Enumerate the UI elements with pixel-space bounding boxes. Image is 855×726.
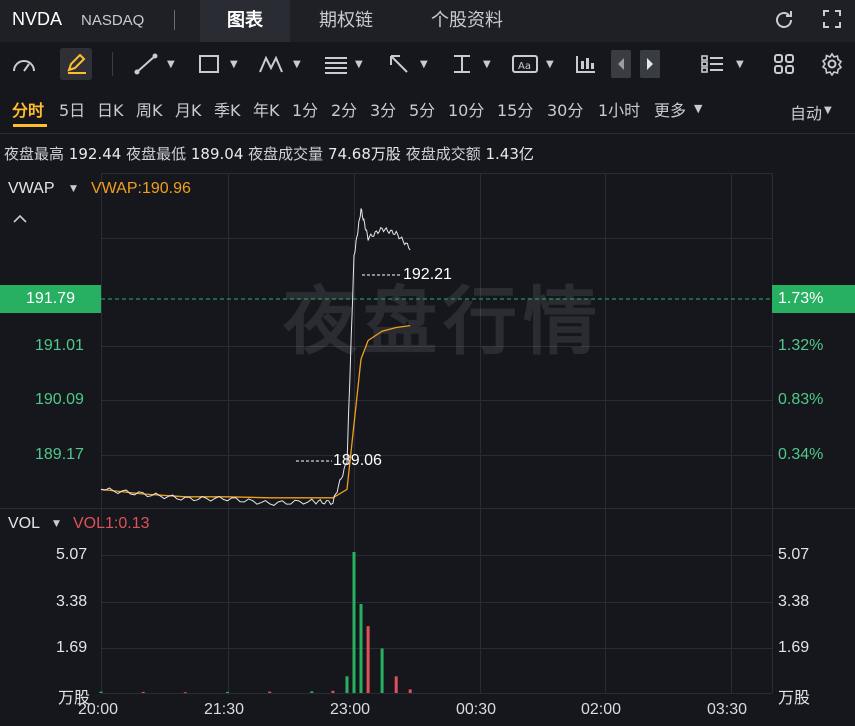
volume-bar: [183, 692, 187, 694]
x-label: 20:00: [78, 701, 119, 718]
volume-bar: [359, 604, 363, 693]
volume-bar: [331, 690, 335, 693]
vol-y-label: 5.07: [56, 546, 88, 563]
volume-bar: [141, 691, 145, 693]
volume-bar: [345, 676, 349, 693]
vol-y-label-right: 3.38: [778, 593, 810, 610]
x-label: 02:00: [581, 701, 622, 718]
x-label: 00:30: [456, 701, 497, 718]
volume-indicator-caret-icon[interactable]: ▼: [53, 519, 60, 529]
price-chart[interactable]: [0, 0, 855, 726]
volume-bar: [366, 626, 370, 693]
vol-y-label: 1.69: [56, 639, 88, 656]
x-label: 21:30: [204, 701, 245, 718]
volume-indicator-select[interactable]: VOL: [8, 515, 40, 533]
vol-y-label-right: 5.07: [778, 546, 810, 563]
vol-y-label: 3.38: [56, 593, 88, 610]
volume-bar: [380, 648, 384, 693]
vol-unit-label-right: 万股: [778, 690, 811, 707]
volume-bar: [310, 691, 314, 693]
x-label: 03:30: [707, 701, 748, 718]
volume-bar: [268, 691, 272, 693]
volume-bar: [226, 691, 229, 693]
volume-bar: [408, 689, 412, 693]
volume-bar: [352, 552, 356, 693]
vol-y-label-right: 1.69: [778, 639, 810, 656]
vol1-value: VOL1:0.13: [73, 515, 150, 532]
volume-bar: [394, 676, 398, 693]
price-line: [100, 208, 411, 506]
x-label: 23:00: [330, 701, 371, 718]
volume-bar: [99, 691, 103, 693]
vwap-line: [100, 324, 411, 499]
volume-bars: [99, 552, 412, 694]
